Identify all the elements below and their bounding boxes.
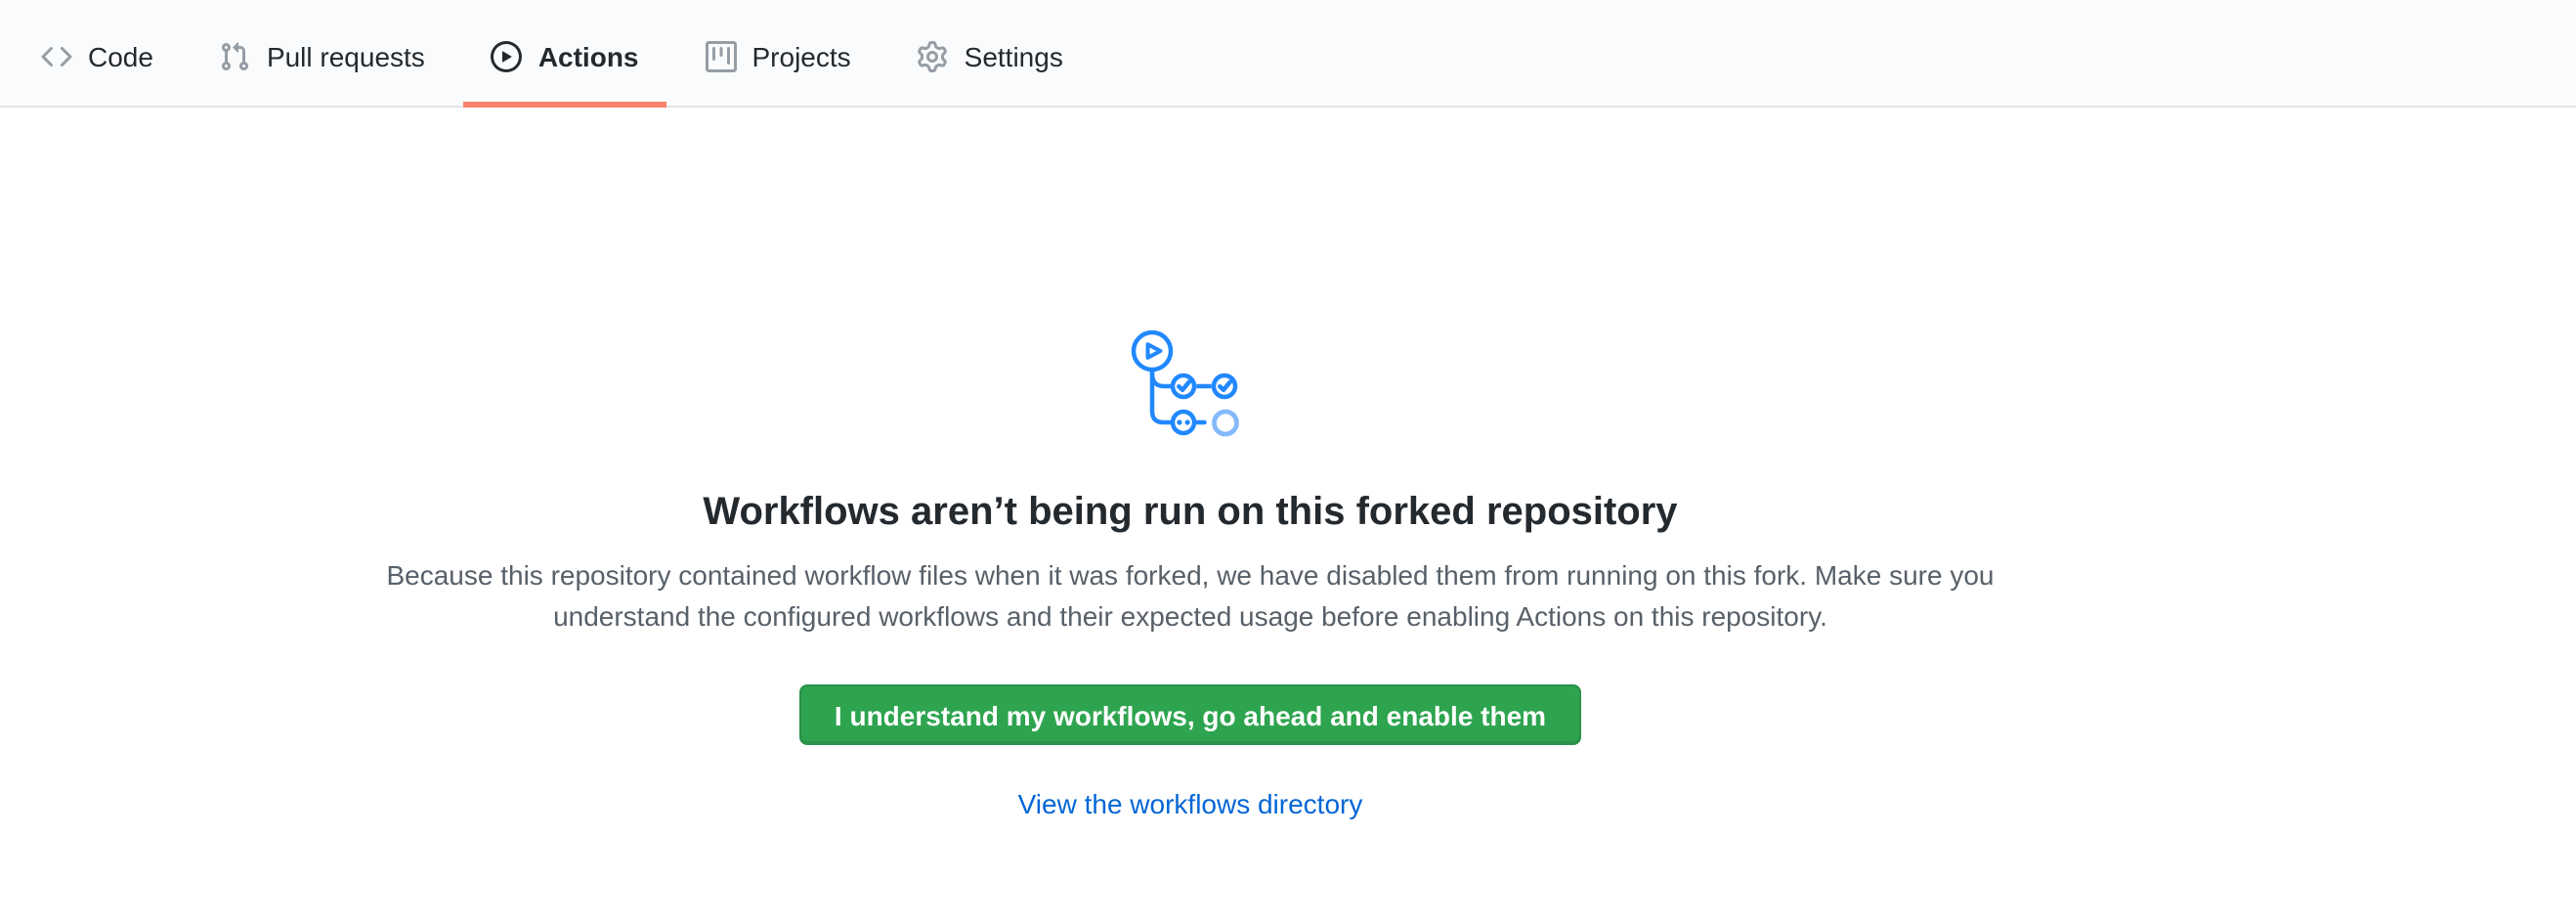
actions-page: Code Pull requests Actions Projects Sett bbox=[0, 0, 2576, 923]
tab-projects[interactable]: Projects bbox=[678, 12, 879, 108]
project-icon bbox=[706, 41, 737, 72]
tab-actions-label: Actions bbox=[538, 43, 639, 70]
tab-projects-label: Projects bbox=[752, 43, 851, 70]
tab-code[interactable]: Code bbox=[14, 12, 181, 108]
code-icon bbox=[41, 41, 72, 72]
tab-settings-label: Settings bbox=[965, 43, 1063, 70]
tab-code-label: Code bbox=[88, 43, 153, 70]
repo-tab-nav: Code Pull requests Actions Projects Sett bbox=[0, 0, 2576, 108]
blankslate-description: Because this repository contained workfl… bbox=[358, 555, 2023, 637]
play-circle-icon bbox=[492, 41, 523, 72]
enable-workflows-button[interactable]: I understand my workflows, go ahead and … bbox=[799, 684, 1581, 745]
workflow-graph-icon bbox=[0, 329, 2381, 446]
link-row: View the workflows directory bbox=[0, 790, 2381, 821]
tab-actions[interactable]: Actions bbox=[464, 12, 666, 108]
tab-pull-requests-label: Pull requests bbox=[267, 43, 425, 70]
git-pull-request-icon bbox=[220, 41, 251, 72]
tab-settings[interactable]: Settings bbox=[890, 12, 1091, 108]
blankslate-title: Workflows aren’t being run on this forke… bbox=[0, 489, 2381, 538]
gear-icon bbox=[918, 41, 949, 72]
main-content: Workflows aren’t being run on this forke… bbox=[0, 329, 2381, 821]
view-workflows-directory-link[interactable]: View the workflows directory bbox=[1018, 788, 1363, 819]
tab-pull-requests[interactable]: Pull requests bbox=[193, 12, 452, 108]
